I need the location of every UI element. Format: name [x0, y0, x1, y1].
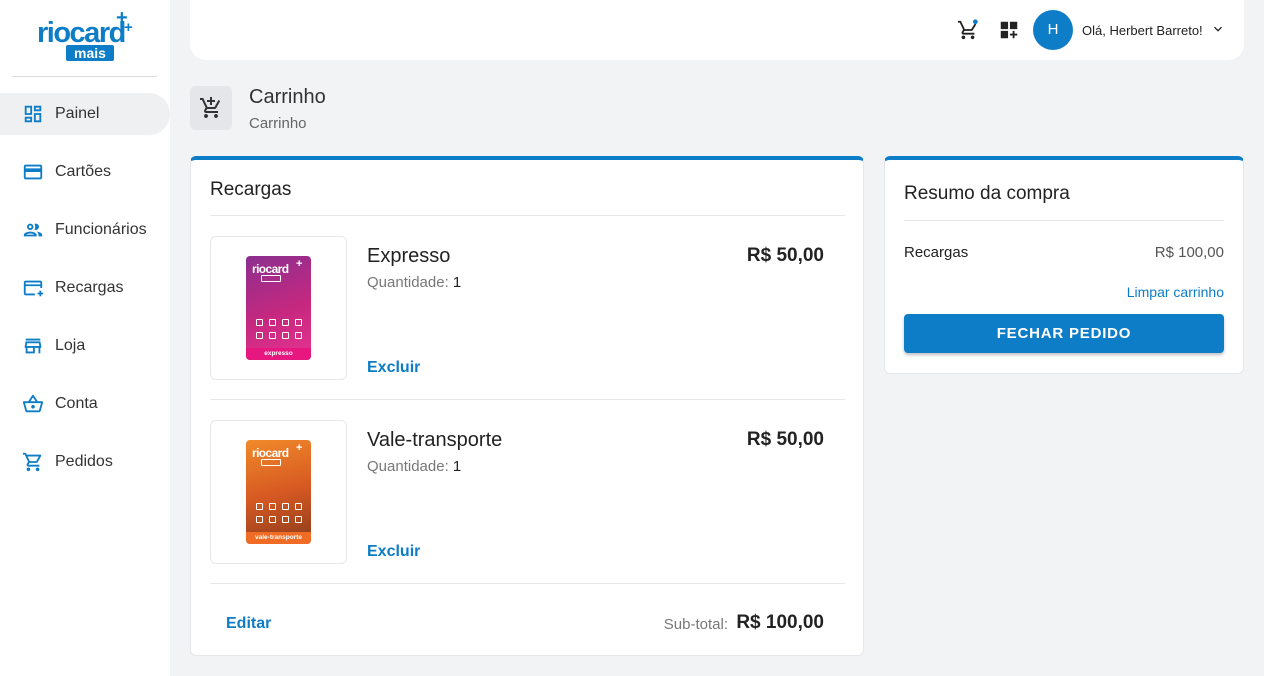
sidebar-item-conta[interactable]: Conta: [0, 383, 170, 425]
divider: [210, 583, 845, 584]
edit-button[interactable]: Editar: [226, 614, 271, 634]
logo-plus-icon: +: [124, 19, 133, 36]
sidebar-item-label: Cartões: [55, 163, 112, 180]
sidebar-item-painel[interactable]: Painel: [0, 93, 170, 135]
item-price: R$ 50,00: [746, 245, 824, 266]
riocard-mais-logo[interactable]: riocard mais + +: [36, 8, 136, 62]
card-image-vale-transporte: riocard + vale-transporte: [246, 440, 311, 544]
card-strip: expresso: [246, 348, 311, 360]
sidebar-item-label: Funcionários: [55, 221, 147, 238]
subtotal-value: R$ 100,00: [736, 612, 824, 633]
item-quantity: Quantidade: 1: [367, 274, 461, 292]
logo-subtext: mais: [66, 45, 114, 61]
item-price: R$ 50,00: [746, 429, 824, 450]
sidebar-item-funcionarios[interactable]: Funcionários: [0, 209, 170, 251]
card-mais-badge: [261, 459, 281, 466]
store-icon: [24, 338, 42, 354]
item-quantity: Quantidade: 1: [367, 458, 461, 476]
subtotal-label: Sub-total:: [663, 616, 728, 633]
divider: [210, 215, 845, 216]
card-mais-badge: [261, 275, 281, 282]
sidebar-divider: [12, 76, 157, 77]
clear-cart-link[interactable]: Limpar carrinho: [1127, 284, 1224, 300]
page-icon: [190, 86, 232, 130]
avatar[interactable]: H: [1033, 10, 1073, 50]
card-thumbnail: riocard + expresso: [210, 236, 347, 380]
sidebar: riocard mais + + Painel Cartões Funcioná…: [0, 0, 170, 676]
sidebar-item-label: Pedidos: [55, 453, 113, 470]
cart-add-icon: [200, 97, 221, 118]
summary-title: Resumo da compra: [904, 183, 1070, 204]
card-add-icon: [23, 280, 44, 297]
card-plus-icon: +: [296, 258, 303, 270]
apps-add-icon[interactable]: [998, 19, 1020, 41]
remove-item-button[interactable]: Excluir: [367, 542, 420, 562]
checkout-button[interactable]: FECHAR PEDIDO: [904, 314, 1224, 353]
sidebar-item-loja[interactable]: Loja: [0, 325, 170, 367]
sidebar-item-label: Painel: [55, 105, 100, 122]
item-name: Vale-transporte: [367, 429, 503, 451]
dashboard-icon: [24, 105, 42, 123]
quantity-value: 1: [452, 458, 462, 475]
quantity-label: Quantidade:: [367, 458, 449, 475]
basket-icon: [22, 394, 44, 413]
sidebar-item-label: Conta: [55, 395, 98, 412]
divider: [210, 399, 845, 400]
card-strip: vale-transporte: [246, 532, 311, 544]
user-greeting[interactable]: Olá, Herbert Barreto!: [1082, 23, 1203, 39]
top-bar: H Olá, Herbert Barreto!: [190, 0, 1244, 60]
sidebar-item-label: Loja: [55, 337, 86, 354]
credit-card-icon: [23, 164, 43, 180]
breadcrumb: Carrinho: [249, 115, 307, 132]
summary-row-value: R$ 100,00: [1154, 244, 1224, 261]
quantity-value: 1: [452, 274, 462, 291]
card-plus-icon: +: [296, 442, 303, 454]
quantity-label: Quantidade:: [367, 274, 449, 291]
cart-icon: [22, 452, 42, 472]
summary-row-label: Recargas: [904, 244, 969, 261]
sidebar-item-pedidos[interactable]: Pedidos: [0, 441, 170, 483]
transport-icons: [251, 503, 306, 525]
sidebar-item-label: Recargas: [55, 279, 124, 296]
card-thumbnail: riocard + vale-transporte: [210, 420, 347, 564]
cart-icon[interactable]: [957, 19, 979, 41]
people-icon: [23, 223, 43, 237]
remove-item-button[interactable]: Excluir: [367, 358, 420, 378]
sidebar-item-cartoes[interactable]: Cartões: [0, 151, 170, 193]
divider: [904, 220, 1224, 221]
card-image-expresso: riocard + expresso: [246, 256, 311, 360]
sidebar-item-recargas[interactable]: Recargas: [0, 267, 170, 309]
summary-card: Resumo da compra Recargas R$ 100,00 Limp…: [884, 156, 1244, 374]
page-title: Carrinho: [249, 86, 326, 108]
item-name: Expresso: [367, 245, 451, 267]
chevron-down-icon[interactable]: [1210, 21, 1226, 37]
cart-card: Recargas riocard + expresso Expresso Qua…: [190, 156, 864, 656]
cart-card-title: Recargas: [210, 179, 292, 200]
transport-icons: [251, 319, 306, 341]
